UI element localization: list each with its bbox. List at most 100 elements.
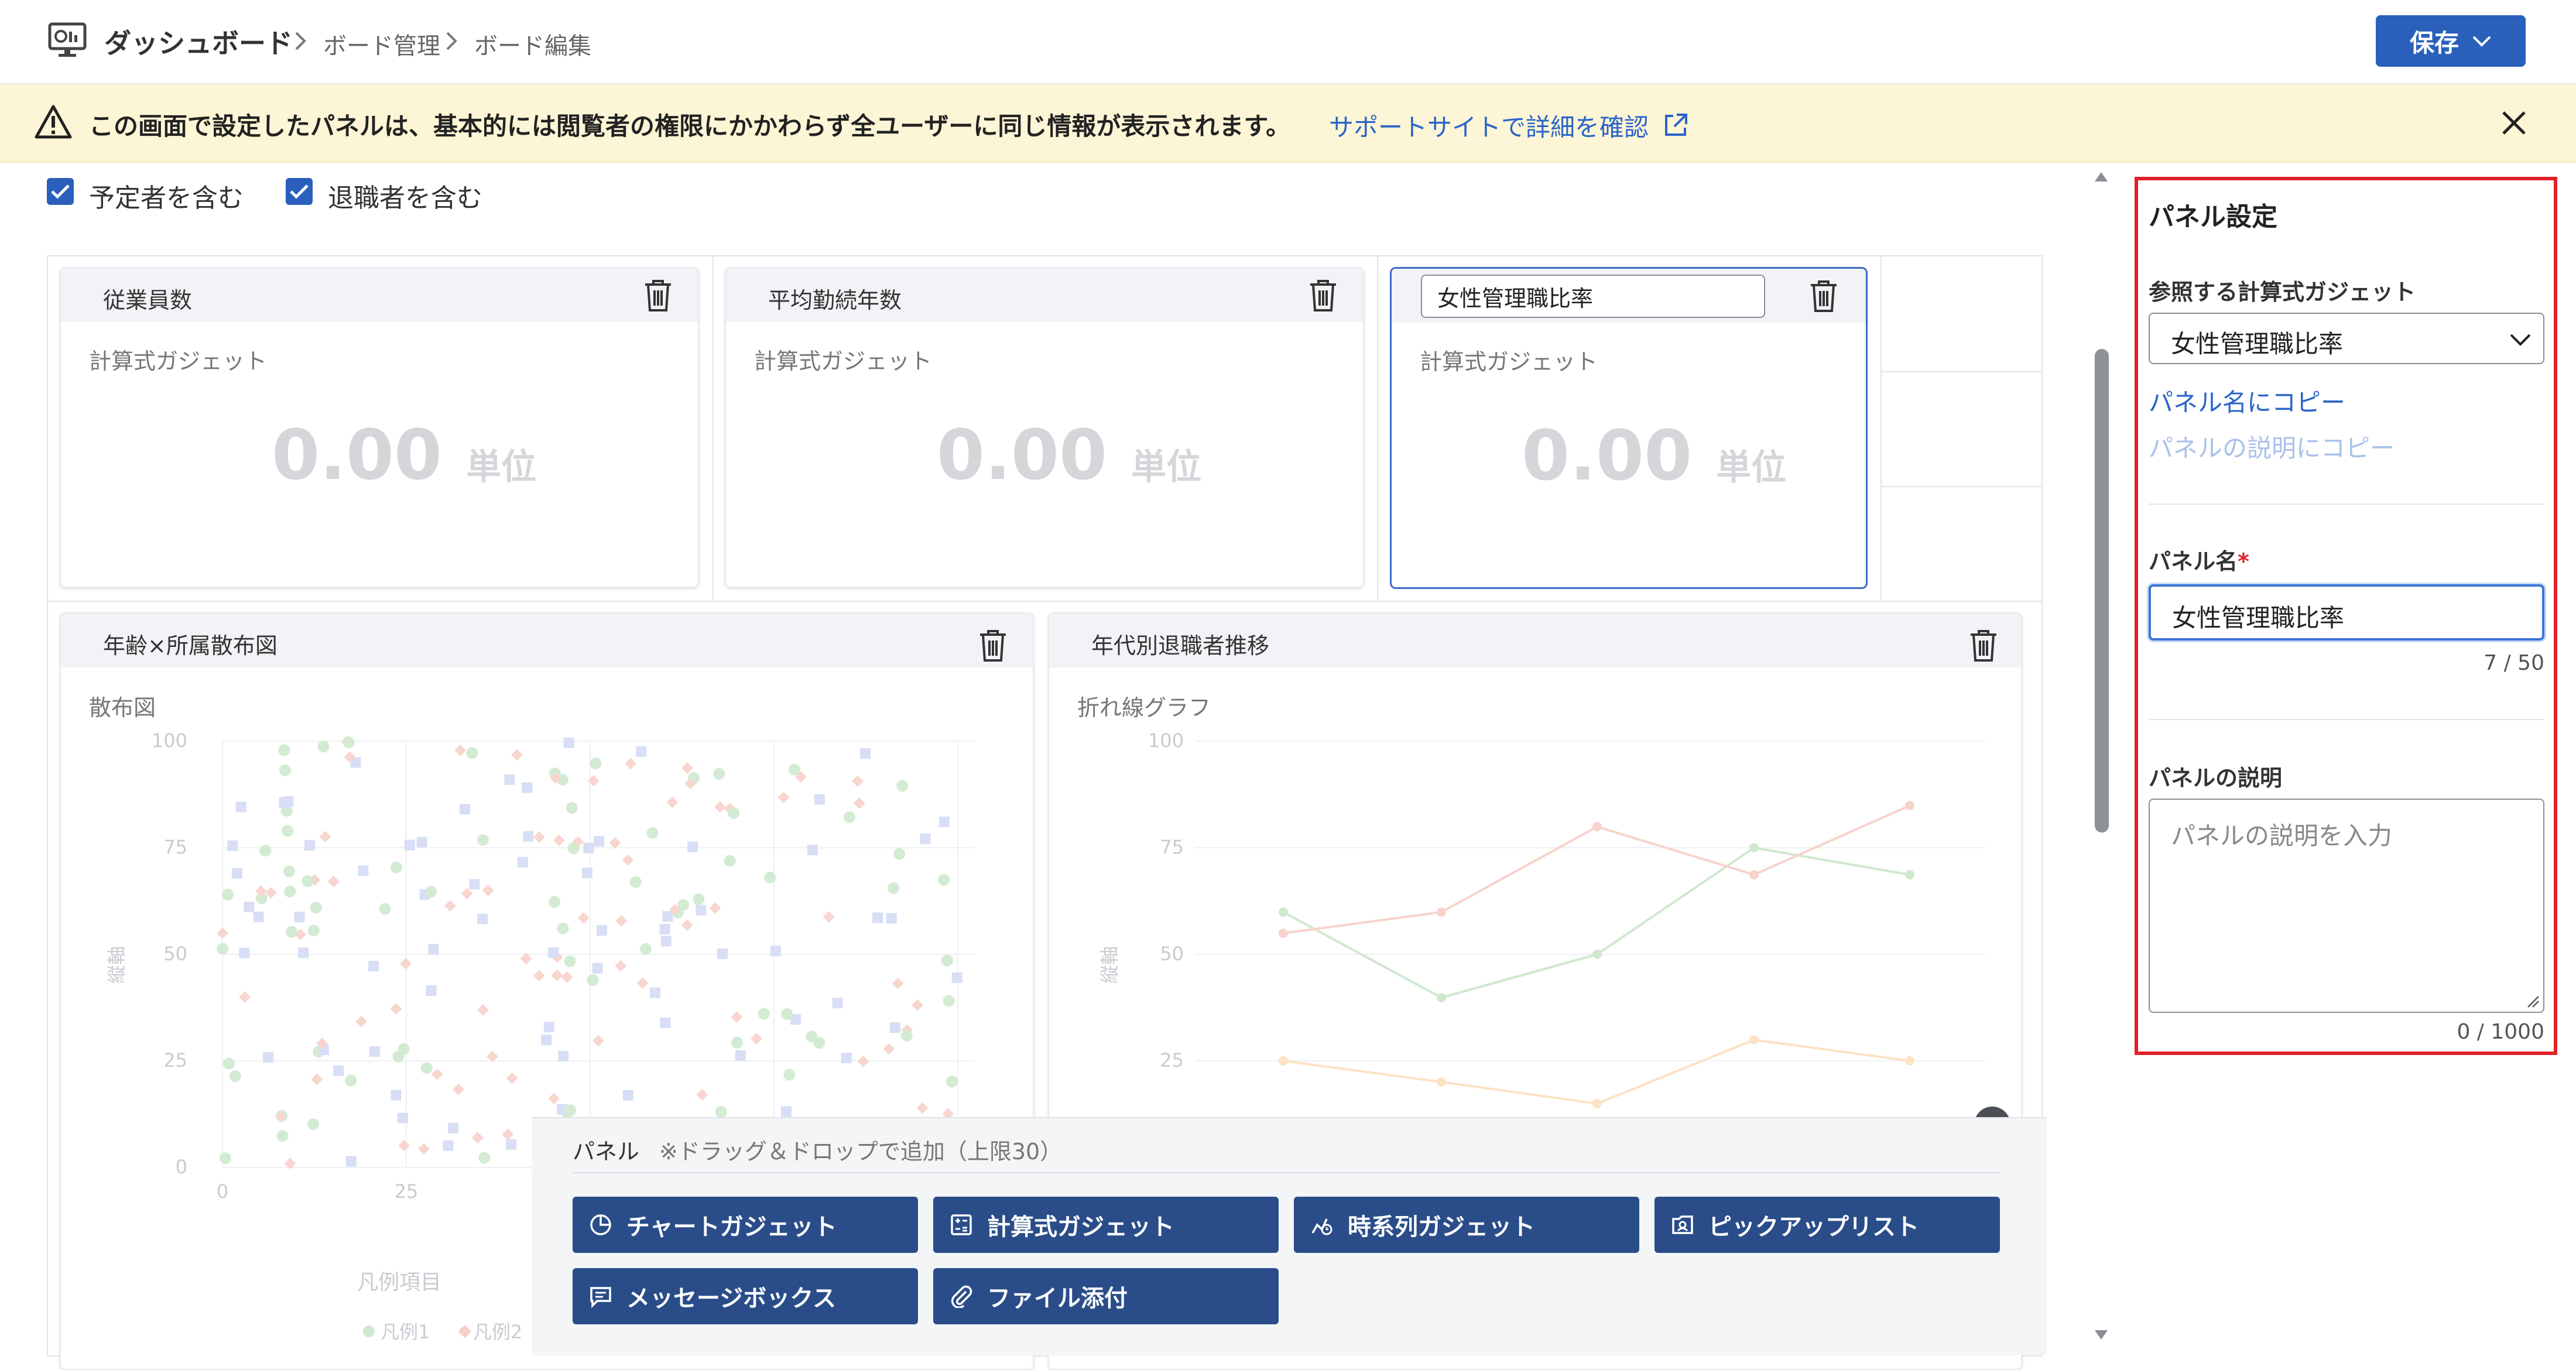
- support-link[interactable]: サポートサイトで詳細を確認: [1329, 108, 1649, 143]
- scatter-point: [806, 1030, 818, 1043]
- legend-item: 凡例2: [473, 1321, 522, 1343]
- external-link-icon[interactable]: [1663, 112, 1688, 138]
- scatter-point: [693, 893, 705, 905]
- scroll-up-icon[interactable]: [2094, 170, 2109, 184]
- grid-line: [1880, 371, 2041, 372]
- scatter-point: [731, 1036, 744, 1049]
- scatter-point: [466, 747, 478, 759]
- divider: [573, 1172, 2001, 1173]
- x-tick: 0: [217, 1180, 228, 1203]
- scatter-point: [912, 999, 924, 1011]
- trash-icon[interactable]: [1308, 279, 1338, 313]
- include-scheduled-checkbox[interactable]: [47, 178, 74, 205]
- chart-gadget-button[interactable]: チャートガジェット: [573, 1197, 918, 1253]
- description-counter: 0 / 1000: [2457, 1020, 2544, 1044]
- scatter-point: [886, 913, 897, 924]
- panel-title-input[interactable]: 女性管理職比率: [1421, 275, 1765, 318]
- scatter-point: [587, 974, 599, 987]
- check-icon: [290, 184, 309, 199]
- scatter-point: [517, 857, 528, 868]
- scatter-point: [660, 1018, 671, 1029]
- picklist-button[interactable]: ピックアップリスト: [1654, 1197, 2000, 1253]
- scatter-point: [420, 1062, 433, 1074]
- panel-subtitle: 計算式ガジェット: [754, 348, 933, 374]
- gadget-select[interactable]: 女性管理職比率: [2149, 313, 2544, 364]
- series-point: [1279, 929, 1288, 938]
- scatter-point: [696, 1088, 708, 1101]
- calculation-gadget-button[interactable]: 計算式ガジェット: [933, 1197, 1279, 1253]
- panel-employee-count[interactable]: 従業員数 計算式ガジェット 0.00 単位: [60, 267, 699, 588]
- scatter-point: [566, 802, 578, 814]
- scatter-point: [709, 902, 721, 914]
- scatter-point: [477, 834, 489, 846]
- scatter-point: [425, 885, 437, 898]
- button-label: チャートガジェット: [626, 1214, 837, 1241]
- close-icon[interactable]: [2500, 109, 2528, 137]
- vertical-scrollbar[interactable]: [2094, 170, 2109, 1352]
- include-scheduled-label[interactable]: 予定者を含む: [89, 177, 244, 214]
- check-icon: [51, 184, 70, 199]
- panel-name-input[interactable]: 女性管理職比率: [2149, 584, 2544, 641]
- description-label: パネルの説明: [2149, 765, 2283, 791]
- series-point: [1437, 1077, 1446, 1087]
- timeseries-gadget-button[interactable]: 時系列ガジェット: [1294, 1197, 1639, 1253]
- panel-female-manager-ratio[interactable]: 女性管理職比率 計算式ガジェット 0.00 単位: [1390, 267, 1868, 589]
- scatter-point: [454, 744, 467, 756]
- trash-icon[interactable]: [1808, 279, 1839, 313]
- save-button[interactable]: 保存: [2376, 15, 2526, 67]
- scatter-point: [636, 977, 649, 989]
- scatter-point: [404, 840, 415, 851]
- resize-handle-icon[interactable]: [2524, 993, 2540, 1008]
- scatter-point: [447, 1122, 458, 1133]
- scatter-point: [823, 911, 835, 923]
- scatter-point: [283, 865, 295, 878]
- scatter-point: [390, 1003, 402, 1015]
- scatter-point: [282, 825, 294, 837]
- breadcrumb-board-management[interactable]: ボード管理: [323, 27, 440, 61]
- series-line: [1283, 846, 1910, 999]
- series-point: [1905, 801, 1914, 810]
- paperclip-icon: [951, 1285, 972, 1308]
- scatter-point: [594, 836, 605, 847]
- panel-average-tenure[interactable]: 平均勤続年数 計算式ガジェット 0.00 単位: [725, 267, 1364, 588]
- scatter-point: [941, 954, 953, 967]
- description-placeholder: パネルの説明を入力: [2171, 821, 2393, 850]
- series-point: [1592, 1099, 1602, 1108]
- scroll-down-icon[interactable]: [2094, 1328, 2109, 1342]
- scatter-point: [567, 842, 580, 854]
- scatter-point: [317, 741, 330, 753]
- panel-header: 平均勤続年数: [726, 268, 1363, 322]
- trash-icon[interactable]: [643, 279, 673, 313]
- scatter-point: [478, 1152, 491, 1164]
- scatter-point: [896, 780, 909, 792]
- scatter-point: [459, 803, 470, 814]
- scatter-point: [853, 797, 865, 809]
- copy-to-name-link[interactable]: パネル名にコピー: [2149, 383, 2345, 419]
- button-label: ピックアップリスト: [1708, 1214, 1919, 1241]
- scatter-point: [259, 844, 272, 857]
- file-attachment-button[interactable]: ファイル添付: [933, 1268, 1279, 1324]
- scatter-point: [851, 775, 864, 787]
- save-label: 保存: [2409, 28, 2459, 57]
- scatter-point: [731, 1011, 743, 1023]
- description-textarea[interactable]: パネルの説明を入力: [2149, 799, 2544, 1013]
- scatter-point: [548, 947, 559, 958]
- include-retired-checkbox[interactable]: [286, 178, 313, 205]
- scrollbar-thumb[interactable]: [2095, 349, 2109, 833]
- palette-hint: ※ドラッグ＆ドロップで追加（上限30）: [659, 1139, 1063, 1164]
- scatter-point: [453, 1083, 464, 1095]
- scatter-point: [590, 757, 602, 769]
- grid-line: [1377, 256, 1378, 601]
- y-tick: 100: [152, 729, 187, 752]
- include-retired-label[interactable]: 退職者を含む: [328, 177, 482, 214]
- y-tick: 50: [163, 943, 187, 965]
- gadget-select-value: 女性管理職比率: [2171, 330, 2344, 358]
- scatter-point: [506, 1139, 517, 1150]
- scatter-point: [920, 833, 931, 844]
- scatter-point: [666, 796, 679, 809]
- page-title: ダッシュボード: [104, 28, 293, 59]
- scatter-point: [286, 926, 298, 938]
- scatter-point: [659, 924, 670, 935]
- message-box-button[interactable]: メッセージボックス: [573, 1268, 918, 1324]
- panel-subtitle: 計算式ガジェット: [1420, 349, 1598, 375]
